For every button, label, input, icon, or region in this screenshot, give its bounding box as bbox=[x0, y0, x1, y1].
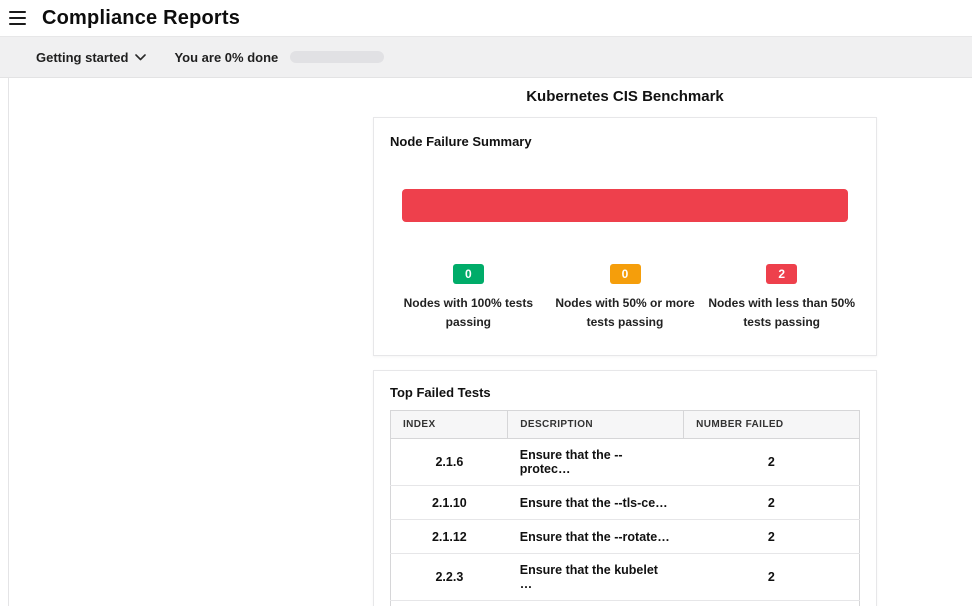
stat-badge-orange: 0 bbox=[610, 264, 641, 284]
top-failed-tests-table: INDEX DESCRIPTION NUMBER FAILED 2.1.6 En… bbox=[390, 410, 860, 606]
cell-index: 2.1.6 bbox=[391, 439, 508, 486]
table-row: 2.1.10 Ensure that the --tls-ce… 2 bbox=[391, 486, 860, 520]
node-failure-summary-card: Node Failure Summary 0 Nodes with 100% t… bbox=[373, 117, 877, 356]
table-header-row: INDEX DESCRIPTION NUMBER FAILED bbox=[391, 411, 860, 439]
getting-started-label: Getting started bbox=[36, 50, 128, 65]
progress-status-text: You are 0% done bbox=[174, 50, 278, 65]
column-header-description: DESCRIPTION bbox=[508, 411, 684, 439]
getting-started-dropdown[interactable]: Getting started bbox=[36, 50, 146, 65]
node-failure-stats: 0 Nodes with 100% tests passing 0 Nodes … bbox=[390, 264, 860, 339]
cell-number-failed: 2 bbox=[684, 554, 860, 601]
top-failed-tests-card: Top Failed Tests INDEX DESCRIPTION NUMBE… bbox=[373, 370, 877, 606]
page-title: Compliance Reports bbox=[42, 7, 240, 30]
cell-number-failed: 2 bbox=[684, 486, 860, 520]
node-failure-summary-title: Node Failure Summary bbox=[390, 134, 860, 149]
stat-label: Nodes with less than 50% tests passing bbox=[707, 294, 857, 331]
cell-index: 2.1.12 bbox=[391, 520, 508, 554]
column-header-number-failed: NUMBER FAILED bbox=[684, 411, 860, 439]
cell-index: 2.2.10 bbox=[391, 601, 508, 606]
cell-description: Ensure that the --rotate… bbox=[508, 520, 684, 554]
cell-description: Ensure that the --protec… bbox=[508, 439, 684, 486]
table-row: 2.2.10 Ensure that the kubelet … 2 bbox=[391, 601, 860, 606]
cell-index: 2.1.10 bbox=[391, 486, 508, 520]
cell-number-failed: 2 bbox=[684, 601, 860, 606]
top-failed-tests-title: Top Failed Tests bbox=[390, 385, 860, 400]
table-row: 2.1.6 Ensure that the --protec… 2 bbox=[391, 439, 860, 486]
report-title: Kubernetes CIS Benchmark bbox=[373, 84, 877, 117]
cell-description: Ensure that the --tls-ce… bbox=[508, 486, 684, 520]
cell-number-failed: 2 bbox=[684, 520, 860, 554]
column-header-index: INDEX bbox=[391, 411, 508, 439]
menu-icon[interactable] bbox=[9, 11, 29, 25]
stat-nodes-less-50-passing: 2 Nodes with less than 50% tests passing bbox=[703, 264, 860, 331]
cell-number-failed: 2 bbox=[684, 439, 860, 486]
progress-bar bbox=[290, 51, 384, 63]
stat-nodes-50-or-more-passing: 0 Nodes with 50% or more tests passing bbox=[547, 264, 704, 331]
stat-badge-red: 2 bbox=[766, 264, 797, 284]
cell-index: 2.2.3 bbox=[391, 554, 508, 601]
getting-started-bar: Getting started You are 0% done bbox=[0, 36, 972, 78]
report-column: Kubernetes CIS Benchmark Node Failure Su… bbox=[373, 84, 877, 606]
report-panel: Kubernetes CIS Benchmark Node Failure Su… bbox=[8, 78, 972, 606]
stat-label: Nodes with 100% tests passing bbox=[393, 294, 543, 331]
table-row: 2.1.12 Ensure that the --rotate… 2 bbox=[391, 520, 860, 554]
cell-description: Ensure that the kubelet … bbox=[508, 601, 684, 606]
table-row: 2.2.3 Ensure that the kubelet … 2 bbox=[391, 554, 860, 601]
cell-description: Ensure that the kubelet … bbox=[508, 554, 684, 601]
stat-badge-green: 0 bbox=[453, 264, 484, 284]
stat-label: Nodes with 50% or more tests passing bbox=[550, 294, 700, 331]
chevron-down-icon bbox=[135, 54, 146, 61]
stat-nodes-100-passing: 0 Nodes with 100% tests passing bbox=[390, 264, 547, 331]
app-header: Compliance Reports bbox=[0, 0, 972, 36]
node-failure-bar-chart bbox=[402, 189, 848, 222]
